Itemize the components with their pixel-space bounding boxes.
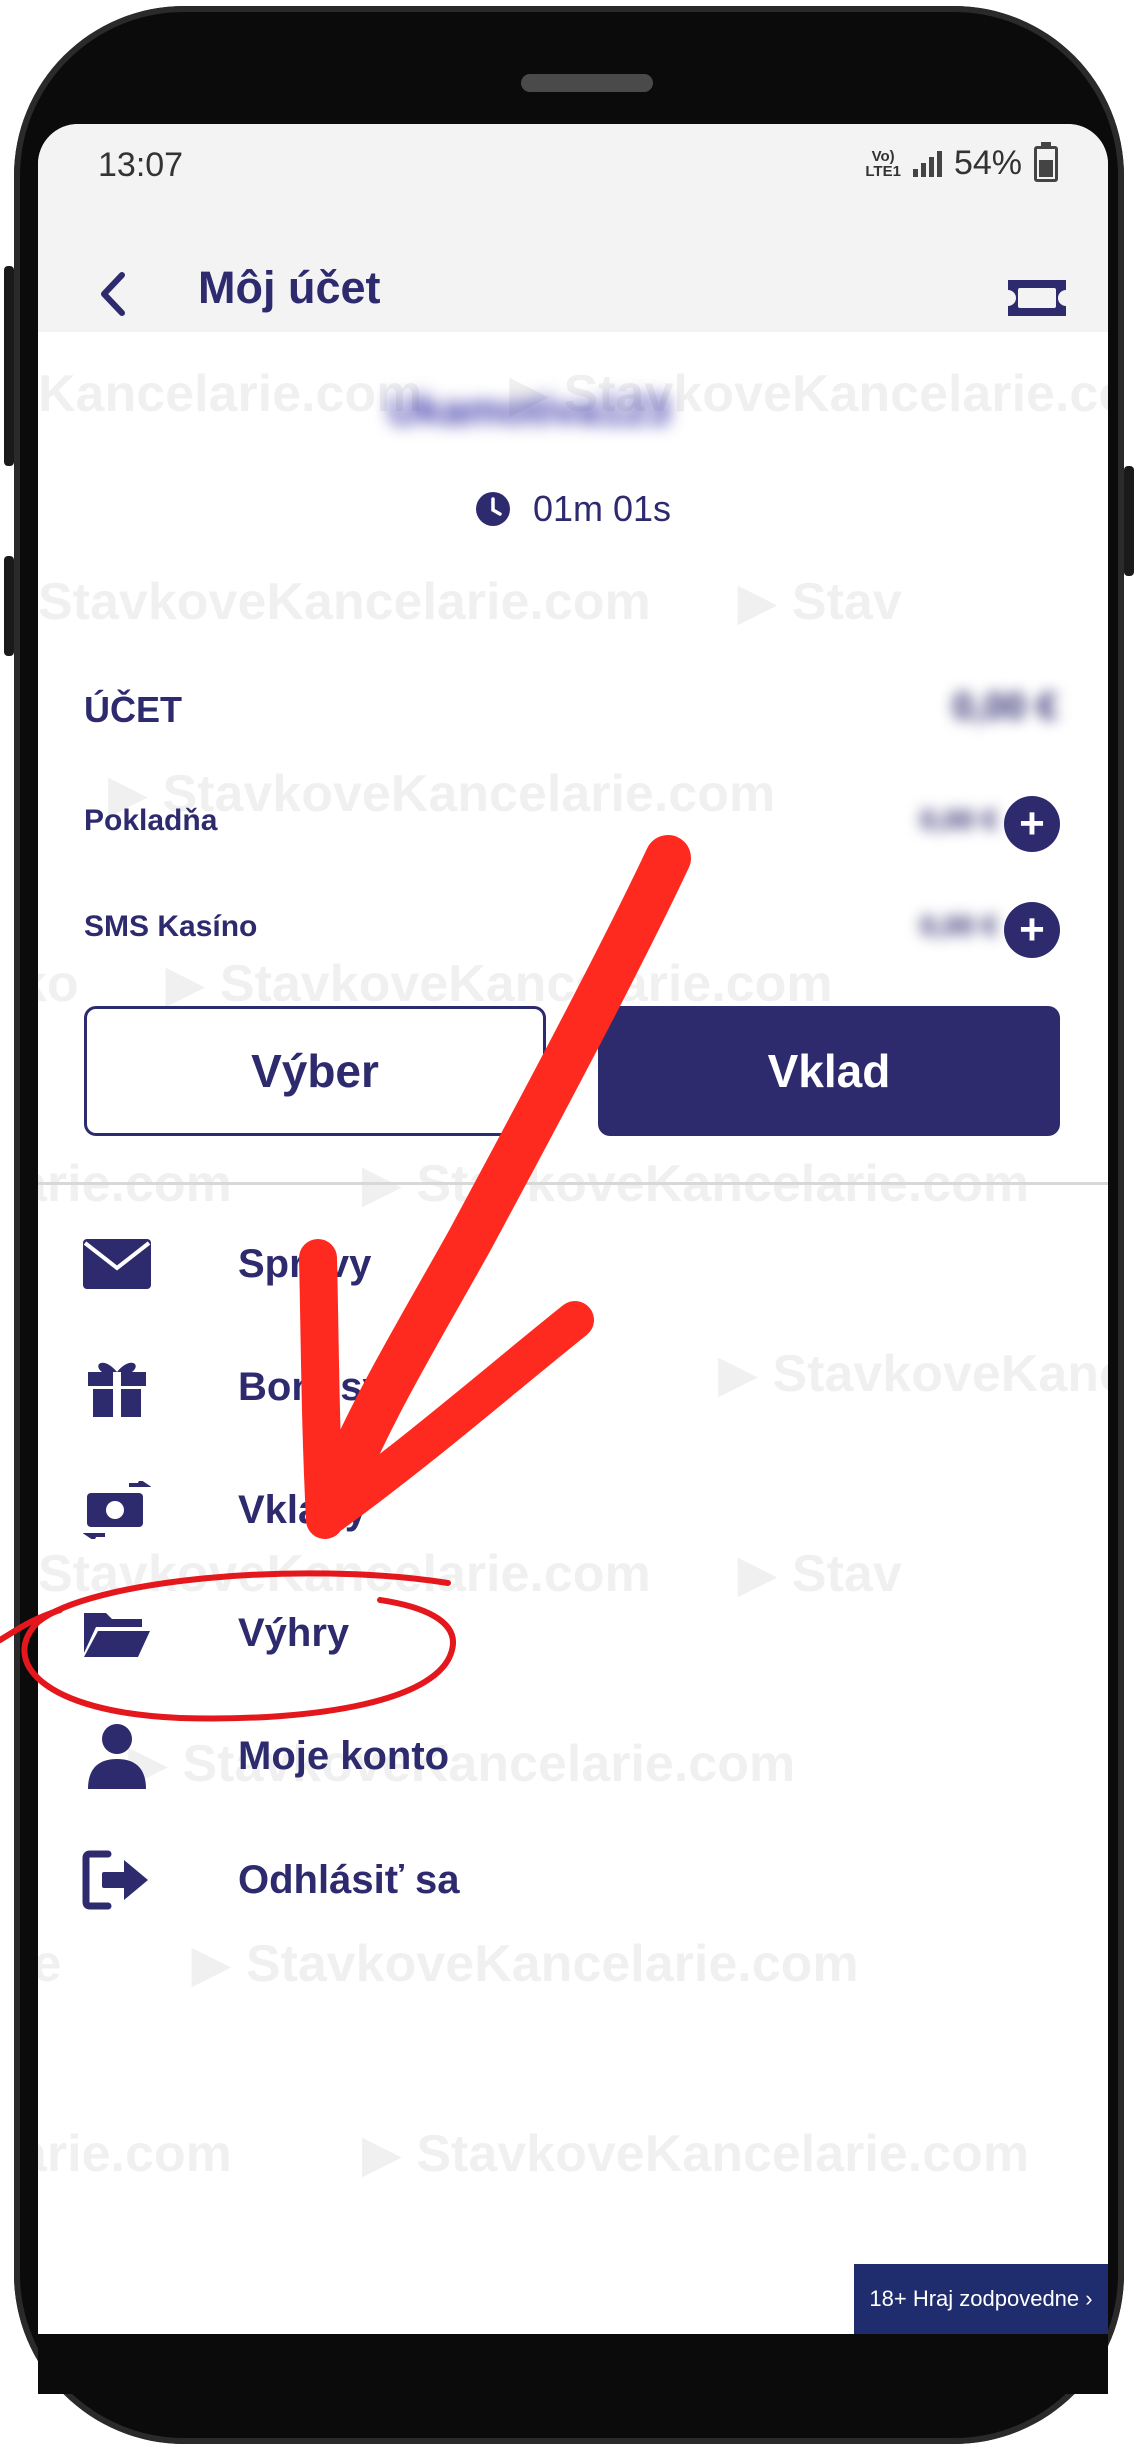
status-icons: Vo) LTE1 54% [865, 141, 1058, 183]
app-screen: arie.com ▶ StavkoveKancelarie.com Kancel… [38, 124, 1108, 2334]
bottom-bezel [38, 2334, 1108, 2394]
user-icon [82, 1721, 152, 1791]
account-label: ÚČET [84, 689, 182, 730]
sms-kasino-balance: 0,00 € [920, 910, 998, 941]
menu-item-label: Správy [238, 1241, 372, 1286]
menu-item-vklady[interactable]: Vklady [38, 1460, 1108, 1560]
chevron-left-icon[interactable] [93, 272, 133, 316]
menu-item-label: Bonusy [238, 1364, 385, 1409]
clock-icon [475, 492, 510, 526]
app-header: 13:07 Vo) LTE1 54% Môj účet [38, 124, 1108, 332]
signal-icon [912, 150, 942, 177]
money-transfer-icon [82, 1475, 152, 1545]
pokladna-balance: 0,00 € [920, 804, 998, 835]
watermark: StavkoveKancelarie.com ▶ Stav [38, 573, 902, 631]
power-button [1124, 466, 1134, 576]
withdraw-button[interactable]: Výber [84, 1006, 546, 1136]
folder-open-icon [82, 1598, 152, 1668]
username: Ukamotiva123 [388, 386, 671, 433]
watermark: ie ▶ StavkoveKancelarie.com [38, 1935, 859, 1993]
menu-item-label: Moje konto [238, 1733, 450, 1778]
menu-item-spravy[interactable]: Správy [38, 1214, 1108, 1314]
sms-kasino-label: SMS Kasíno [84, 910, 258, 943]
menu-item-vyhry[interactable]: Výhry [38, 1583, 1108, 1683]
envelope-icon [82, 1229, 152, 1299]
earpiece-speaker [521, 74, 653, 92]
volume-button [4, 266, 14, 466]
deposit-button[interactable]: Vklad [598, 1006, 1060, 1136]
menu-item-odhlasit[interactable]: Odhlásiť sa [38, 1830, 1108, 1930]
menu-item-label: Vklady [238, 1487, 367, 1532]
status-time: 13:07 [98, 146, 184, 184]
bixby-button [4, 556, 14, 656]
responsible-gaming-badge[interactable]: 18+ Hraj zodpovedne › [854, 2264, 1108, 2334]
battery-percent: 54% [953, 144, 1022, 182]
session-time: 01m 01s [532, 488, 672, 529]
pokladna-label: Pokladňa [84, 804, 218, 837]
ticket-icon[interactable] [1004, 276, 1070, 325]
menu-item-label: Výhry [238, 1610, 350, 1655]
session-timer: 01m 01s [38, 488, 1108, 530]
watermark: ko ▶ StavkoveKancelarie.com [38, 955, 833, 1013]
section-divider [38, 1182, 1108, 1185]
logout-icon [82, 1845, 152, 1915]
watermark: arie.com ▶ StavkoveKancelarie.com [38, 2125, 1030, 2183]
add-pokladna-button[interactable]: + [1004, 796, 1060, 852]
menu-item-bonusy[interactable]: Bonusy [38, 1337, 1108, 1437]
account-balance: 0,00 € [952, 686, 1058, 728]
add-sms-kasino-button[interactable]: + [1004, 902, 1060, 958]
battery-icon [1034, 141, 1058, 182]
page-title: Môj účet [198, 262, 381, 313]
volte-icon: Vo) LTE1 [865, 147, 901, 180]
menu-item-moje-konto[interactable]: Moje konto [38, 1706, 1108, 1806]
menu-item-label: Odhlásiť sa [238, 1857, 460, 1902]
gift-icon [82, 1352, 152, 1422]
